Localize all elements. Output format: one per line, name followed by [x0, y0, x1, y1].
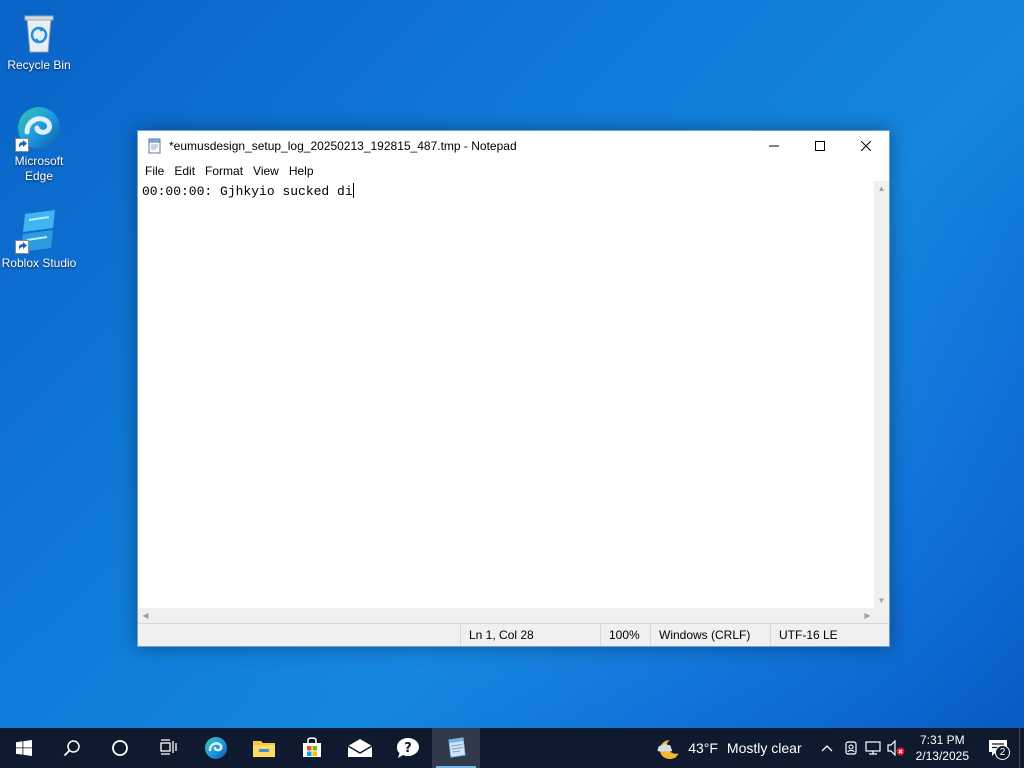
menu-view[interactable]: View — [248, 161, 284, 181]
scroll-down-arrow-icon[interactable]: ▼ — [874, 593, 889, 608]
editor-content: 00:00:00: Gjhkyio sucked di — [142, 184, 353, 199]
notepad-window: *eumusdesign_setup_log_20250213_192815_4… — [137, 130, 890, 647]
clock-time: 7:31 PM — [919, 733, 965, 747]
menu-file[interactable]: File — [140, 161, 169, 181]
title-bar[interactable]: *eumusdesign_setup_log_20250213_192815_4… — [138, 131, 889, 161]
notepad-icon — [448, 737, 466, 758]
notepad-icon — [147, 138, 163, 154]
get-help-icon: ? — [397, 738, 419, 758]
system-tray: 43°F Mostly clear 7:31 PM 2/13/2025 2 — [649, 728, 1024, 768]
task-view-button[interactable] — [144, 728, 192, 768]
clock[interactable]: 7:31 PM 2/13/2025 — [908, 728, 977, 768]
minimize-button[interactable] — [751, 131, 797, 161]
search-button[interactable] — [48, 728, 96, 768]
mail-icon — [347, 739, 373, 757]
meet-now-button[interactable] — [840, 728, 862, 768]
file-explorer-icon — [253, 741, 275, 757]
notification-count-badge: 2 — [995, 745, 1010, 760]
vertical-scrollbar[interactable]: ▲ ▼ — [874, 181, 889, 608]
edge-icon — [205, 737, 227, 759]
weather-widget[interactable]: 43°F Mostly clear — [649, 728, 807, 768]
volume-muted-icon — [887, 740, 905, 756]
status-bar: Ln 1, Col 28 100% Windows (CRLF) UTF-16 … — [138, 623, 889, 646]
desktop-icon-recycle-bin[interactable]: Recycle Bin — [1, 8, 77, 73]
recycle-bin-icon — [15, 8, 63, 56]
start-button[interactable] — [0, 728, 48, 768]
show-hidden-icons-button[interactable] — [814, 728, 840, 768]
task-view-icon — [160, 739, 177, 755]
status-cursor-position: Ln 1, Col 28 — [460, 624, 600, 646]
desktop-icon-label: Microsoft Edge — [14, 154, 64, 183]
text-editor[interactable]: 00:00:00: Gjhkyio sucked di — [138, 181, 875, 608]
taskbar: ? 43°F Mostly clear 7:31 PM 2/13/2025 2 — [0, 728, 1024, 768]
desktop-icon-roblox-studio[interactable]: Roblox Studio — [1, 206, 77, 271]
windows-start-icon — [16, 740, 32, 756]
taskbar-edge[interactable] — [192, 728, 240, 768]
microsoft-store-icon — [303, 737, 321, 757]
taskbar-file-explorer[interactable] — [240, 728, 288, 768]
close-button[interactable] — [843, 131, 889, 161]
volume-button[interactable] — [884, 728, 908, 768]
clock-date: 2/13/2025 — [915, 749, 969, 763]
menu-format[interactable]: Format — [200, 161, 248, 181]
taskbar-mail[interactable] — [336, 728, 384, 768]
roblox-studio-icon — [15, 206, 63, 254]
edge-icon — [15, 104, 63, 152]
status-spacer — [138, 624, 460, 646]
weather-condition: Mostly clear — [726, 740, 802, 756]
search-icon — [63, 740, 80, 757]
desktop-icon-label: Roblox Studio — [1, 256, 77, 270]
status-encoding: UTF-16 LE — [770, 624, 889, 646]
network-icon — [865, 741, 881, 755]
maximize-button[interactable] — [797, 131, 843, 161]
svg-text:?: ? — [404, 741, 412, 756]
scroll-left-arrow-icon[interactable]: ◀ — [138, 608, 153, 623]
shortcut-arrow-icon — [15, 240, 29, 254]
scroll-right-arrow-icon[interactable]: ▶ — [860, 608, 875, 623]
scrollbar-corner — [874, 608, 889, 623]
horizontal-scrollbar[interactable]: ◀ ▶ — [138, 608, 875, 623]
meet-now-icon — [845, 741, 857, 755]
weather-temperature: 43°F — [688, 740, 718, 756]
shortcut-arrow-icon — [15, 138, 29, 152]
desktop-icon-label: Recycle Bin — [7, 58, 71, 72]
maximize-icon — [815, 141, 825, 151]
status-zoom: 100% — [600, 624, 650, 646]
window-title: *eumusdesign_setup_log_20250213_192815_4… — [169, 139, 517, 153]
taskbar-notepad[interactable] — [432, 728, 480, 768]
action-center-button[interactable]: 2 — [977, 728, 1019, 768]
menu-help[interactable]: Help — [284, 161, 319, 181]
close-icon — [861, 141, 871, 151]
network-button[interactable] — [862, 728, 884, 768]
status-line-ending: Windows (CRLF) — [650, 624, 770, 646]
cortana-button[interactable] — [96, 728, 144, 768]
show-desktop-button[interactable] — [1019, 728, 1024, 768]
taskbar-microsoft-store[interactable] — [288, 728, 336, 768]
menu-bar: File Edit Format View Help — [138, 161, 889, 181]
moon-cloud-icon — [657, 740, 679, 759]
menu-edit[interactable]: Edit — [169, 161, 200, 181]
taskbar-get-help[interactable]: ? — [384, 728, 432, 768]
scroll-up-arrow-icon[interactable]: ▲ — [874, 181, 889, 196]
chevron-up-icon — [821, 745, 833, 752]
cortana-icon — [112, 740, 128, 756]
text-caret — [352, 183, 354, 198]
desktop-icon-microsoft-edge[interactable]: Microsoft Edge — [1, 104, 77, 184]
minimize-icon — [769, 145, 779, 147]
